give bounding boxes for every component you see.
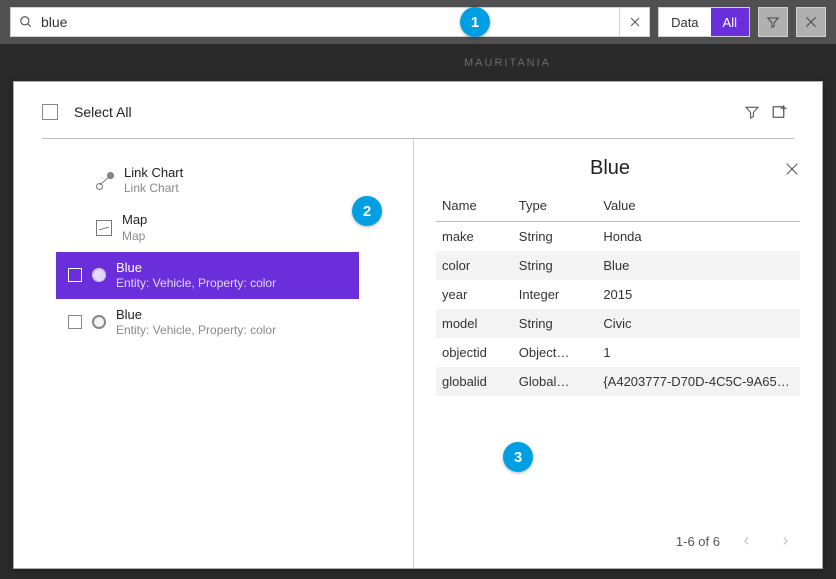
result-link-chart[interactable]: Link Chart Link Chart bbox=[28, 157, 399, 204]
map-icon bbox=[96, 220, 112, 236]
callout-1: 1 bbox=[460, 7, 490, 37]
table-row: color String Blue bbox=[436, 251, 800, 280]
callout-2: 2 bbox=[352, 196, 382, 226]
entity-icon bbox=[92, 315, 106, 329]
result-title: Map bbox=[122, 212, 147, 228]
link-chart-icon bbox=[96, 172, 114, 190]
filter-button[interactable] bbox=[758, 7, 788, 37]
clear-search-button[interactable] bbox=[619, 8, 649, 36]
result-subtitle: Link Chart bbox=[124, 181, 183, 196]
table-row: year Integer 2015 bbox=[436, 280, 800, 309]
table-row: globalid Global… {A4203777-D70D-4C5C-9A6… bbox=[436, 367, 800, 396]
search-icon bbox=[11, 15, 41, 29]
result-title: Link Chart bbox=[124, 165, 183, 181]
details-close-button[interactable] bbox=[784, 161, 800, 177]
result-map[interactable]: Map Map bbox=[28, 204, 399, 251]
details-table: Name Type Value make String Honda color … bbox=[436, 190, 800, 396]
result-blue-2[interactable]: Blue Entity: Vehicle, Property: color bbox=[28, 299, 399, 346]
close-search-button[interactable] bbox=[796, 7, 826, 37]
scope-toggle-data[interactable]: Data bbox=[659, 8, 710, 36]
panel-filter-button[interactable] bbox=[738, 98, 766, 126]
pager-range: 1-6 of 6 bbox=[676, 534, 720, 549]
result-title: Blue bbox=[116, 307, 276, 323]
pager: 1-6 of 6 bbox=[436, 524, 800, 558]
map-label-mauritania: MAURITANIA bbox=[464, 57, 551, 69]
result-subtitle: Entity: Vehicle, Property: color bbox=[116, 323, 276, 338]
table-row: make String Honda bbox=[436, 222, 800, 252]
result-subtitle: Map bbox=[122, 229, 147, 244]
entity-icon bbox=[92, 268, 106, 282]
pager-next[interactable] bbox=[774, 532, 796, 550]
col-type: Type bbox=[513, 190, 598, 222]
scope-toggle: Data All bbox=[658, 7, 750, 37]
result-checkbox[interactable] bbox=[68, 315, 82, 329]
result-checkbox[interactable] bbox=[68, 268, 82, 282]
result-title: Blue bbox=[116, 260, 276, 276]
panel-header: Select All bbox=[14, 82, 822, 138]
details-pane: Blue Name Type Value make String bbox=[414, 139, 822, 568]
col-value: Value bbox=[597, 190, 800, 222]
table-row: model String Civic bbox=[436, 309, 800, 338]
result-subtitle: Entity: Vehicle, Property: color bbox=[116, 276, 276, 291]
panel-body: Link Chart Link Chart Map Map Blue Entit… bbox=[14, 139, 822, 568]
scope-toggle-all[interactable]: All bbox=[711, 8, 749, 36]
results-panel: Select All Link Chart Link Chart Map Map bbox=[13, 81, 823, 569]
col-name: Name bbox=[436, 190, 513, 222]
search-toolbar: Data All bbox=[0, 0, 836, 44]
table-row: objectid Object… 1 bbox=[436, 338, 800, 367]
search-input[interactable] bbox=[41, 10, 619, 34]
callout-3: 3 bbox=[503, 442, 533, 472]
select-all-label: Select All bbox=[74, 104, 738, 120]
details-header: Blue bbox=[436, 153, 800, 190]
result-blue-selected[interactable]: Blue Entity: Vehicle, Property: color bbox=[56, 252, 359, 299]
select-all-checkbox[interactable] bbox=[42, 104, 58, 120]
details-title: Blue bbox=[436, 157, 784, 180]
add-to-button[interactable] bbox=[766, 98, 794, 126]
search-box bbox=[10, 7, 650, 37]
pager-prev[interactable] bbox=[736, 532, 758, 550]
